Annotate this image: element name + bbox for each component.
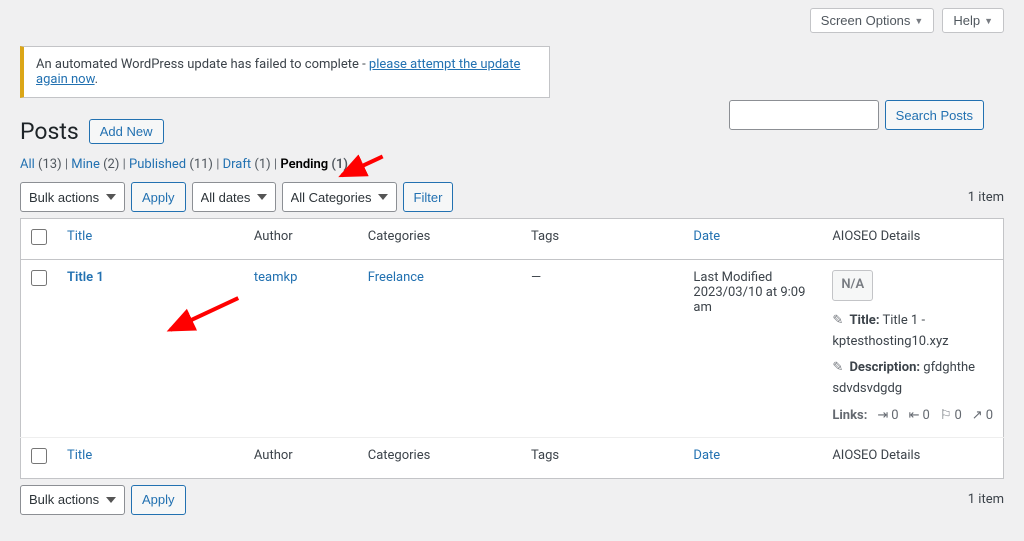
apply-button-bottom[interactable]: Apply (131, 485, 186, 515)
help-label: Help (953, 13, 980, 28)
annotation-arrow-icon (155, 282, 249, 347)
page-title: Posts (20, 118, 79, 145)
date-cell: Last Modified 2023/03/10 at 9:09 am (683, 260, 822, 438)
category-filter-select[interactable]: All Categories (282, 182, 397, 212)
aioseo-score-badge: N/A (832, 270, 873, 301)
pencil-icon[interactable]: ✎ (832, 360, 843, 375)
col-tags: Tags (521, 437, 683, 478)
inbound-icon: ⇥ (877, 406, 888, 427)
link-stat: ↗ 0 (972, 406, 993, 427)
author-link[interactable]: teamkp (254, 270, 298, 285)
aioseo-details: N/A ✎ Title: Title 1 - kptesthosting10.x… (832, 270, 993, 427)
search-input[interactable] (729, 100, 879, 130)
apply-button-top[interactable]: Apply (131, 182, 186, 212)
col-author: Author (244, 437, 358, 478)
col-categories: Categories (358, 219, 521, 260)
item-count-bottom: 1 item (968, 492, 1004, 507)
search-posts-button[interactable]: Search Posts (885, 100, 984, 130)
posts-table: Title Author Categories Tags Date AIOSEO… (20, 218, 1004, 479)
date-filter-select[interactable]: All dates (192, 182, 276, 212)
screen-options-button[interactable]: Screen Options ▼ (810, 8, 935, 33)
outbound-icon: ⇤ (909, 406, 920, 427)
chevron-down-icon: ▼ (984, 16, 993, 26)
notice-text: An automated WordPress update has failed… (36, 57, 369, 72)
status-filter-tabs: All (13) | Mine (2) | Published (11) | D… (20, 157, 1004, 172)
filter-published[interactable]: Published (11) (129, 157, 213, 172)
link-stat: ⇤ 0 (909, 406, 930, 427)
col-date[interactable]: Date (683, 437, 822, 478)
filter-mine[interactable]: Mine (2) (71, 157, 119, 172)
filter-pending[interactable]: Pending (1) (280, 157, 348, 172)
affiliate-icon: ⚐ (940, 406, 952, 427)
col-aioseo: AIOSEO Details (822, 437, 1003, 478)
col-categories: Categories (358, 437, 521, 478)
pencil-icon[interactable]: ✎ (832, 313, 843, 328)
item-count: 1 item (968, 190, 1004, 205)
post-title-link[interactable]: Title 1 (67, 270, 104, 285)
select-all-checkbox[interactable] (31, 229, 47, 245)
link-stat: ⇥ 0 (877, 406, 898, 427)
filter-all[interactable]: All (13) (20, 157, 62, 172)
row-checkbox[interactable] (31, 270, 47, 286)
col-date[interactable]: Date (683, 219, 822, 260)
chevron-down-icon: ▼ (914, 16, 923, 26)
col-title[interactable]: Title (57, 437, 244, 478)
col-title[interactable]: Title (57, 219, 244, 260)
select-all-checkbox-bottom[interactable] (31, 448, 47, 464)
filter-draft[interactable]: Draft (1) (223, 157, 271, 172)
screen-options-label: Screen Options (821, 13, 911, 28)
update-notice: An automated WordPress update has failed… (20, 46, 550, 98)
tags-cell: — (521, 260, 683, 438)
external-icon: ↗ (972, 406, 983, 427)
col-tags: Tags (521, 219, 683, 260)
table-row: Title 1 teamkp Freelance — Last Modified… (21, 260, 1004, 438)
category-link[interactable]: Freelance (368, 270, 424, 285)
col-author: Author (244, 219, 358, 260)
help-button[interactable]: Help ▼ (942, 8, 1004, 33)
bulk-actions-select-bottom[interactable]: Bulk actions (20, 485, 125, 515)
col-aioseo: AIOSEO Details (822, 219, 1003, 260)
link-stat: ⚐ 0 (940, 406, 962, 427)
add-new-button[interactable]: Add New (89, 119, 164, 144)
bulk-actions-select[interactable]: Bulk actions (20, 182, 125, 212)
filter-button[interactable]: Filter (403, 182, 454, 212)
